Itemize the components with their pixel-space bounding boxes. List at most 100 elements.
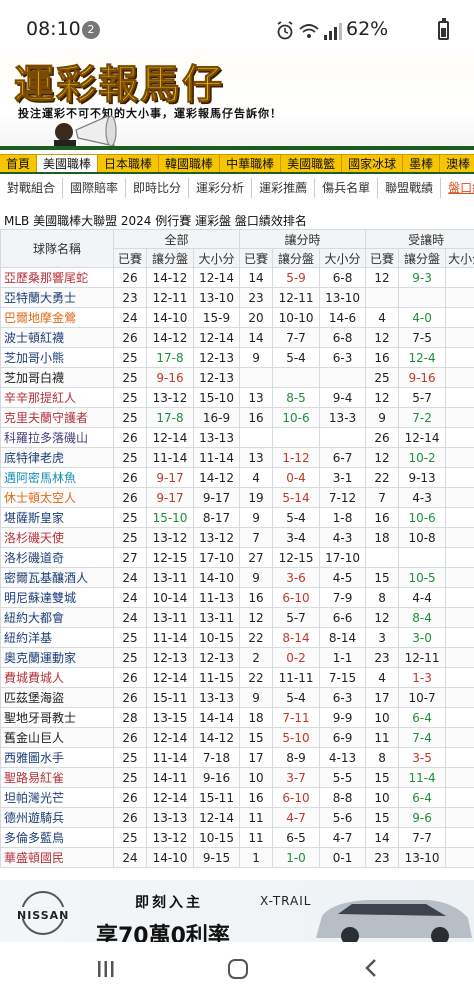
cell-played: 24 [113,307,147,328]
team-name-link[interactable]: 費城費城人 [0,667,114,688]
cell-total: 15-10 [192,387,241,408]
team-name-link[interactable]: 奧克蘭運動家 [0,647,114,668]
cell-total: 12-14 [192,267,241,288]
nav-item-home[interactable]: 首頁 [0,155,38,172]
subnav-item-live-scores[interactable]: 即時比分 [126,178,190,198]
battery-icon [438,18,449,40]
cell-giving-played: 23 [239,287,274,308]
subnav-item-analysis[interactable]: 運彩分析 [189,178,253,198]
team-name-link[interactable]: 舊金山巨人 [0,727,114,748]
subnav-item-picks[interactable]: 運彩推薦 [252,178,316,198]
site-banner[interactable]: 運彩報馬仔 投注運彩不可不知的大小事，運彩報馬仔告訴你！ [0,52,474,150]
team-name-link[interactable]: 科羅拉多落磯山 [0,427,114,448]
team-name-link[interactable]: 巴爾地摩金鶯 [0,307,114,328]
cell-receiving-played [365,287,400,308]
site-logo-title: 運彩報馬仔 [14,61,224,109]
cell-spread: 11-14 [146,447,194,468]
nav-item-nhl[interactable]: 國家冰球 [342,155,404,172]
nav-item-cpbl[interactable]: 中華職棒 [220,155,282,172]
cell-receiving-played: 26 [365,427,400,448]
nav-item-lmb[interactable]: 墨棒 [403,155,441,172]
cell-receiving-played: 12 [365,447,400,468]
table-row: 德州遊騎兵 26 13-13 12-14 11 4-7 5-6 15 9-6 [0,807,474,828]
team-name-link[interactable]: 多倫多藍鳥 [0,827,114,848]
cell-giving-played: 12 [239,607,274,628]
table-row: 邁阿密馬林魚 26 9-17 14-12 4 0-4 3-1 22 9-13 [0,467,474,488]
cell-played: 27 [113,547,147,568]
team-name-link[interactable]: 明尼蘇達雙城 [0,587,114,608]
cell-total: 7-18 [192,747,241,768]
cell-played: 26 [113,687,147,708]
cell-giving-played [239,367,274,388]
cell-receiving-total [445,307,474,328]
cell-played: 26 [113,467,147,488]
team-name-link[interactable]: 芝加哥小熊 [0,347,114,368]
nav-item-abl[interactable]: 澳棒 [440,155,474,172]
cell-receiving-total [445,607,474,628]
team-name-link[interactable]: 洛杉磯天使 [0,527,114,548]
recent-apps-icon[interactable] [97,960,115,978]
ad-banner[interactable]: NISSAN 即刻入主 X-TRAIL 享70萬0利率 [0,880,474,942]
nav-item-kbo[interactable]: 韓國職棒 [159,155,221,172]
cell-spread: 12-11 [146,287,194,308]
team-name-link[interactable]: 洛杉磯道奇 [0,547,114,568]
cell-receiving-total [445,587,474,608]
table-heading: MLB 美國職棒大聯盟 2024 例行賽 運彩盤 盤口績效排名 [4,214,307,228]
team-name-link[interactable]: 休士頓太空人 [0,487,114,508]
subnav-item-standings[interactable]: 聯盟戰績 [378,178,442,198]
team-name-link[interactable]: 波士頓紅襪 [0,327,114,348]
cell-played: 24 [113,847,147,868]
performance-table: 球隊名稱 全部 讓分時 受讓時 已賽 讓分盤 大小分 已賽 讓分盤 大小分 已賽… [0,229,474,868]
nav-item-nba[interactable]: 美國職籃 [281,155,343,172]
team-name-link[interactable]: 邁阿密馬林魚 [0,467,114,488]
team-name-link[interactable]: 密爾瓦基釀酒人 [0,567,114,588]
team-name-link[interactable]: 聖地牙哥教士 [0,707,114,728]
cell-receiving-spread: 10-6 [398,507,447,528]
team-name-link[interactable]: 亞歷桑那響尾蛇 [0,267,114,288]
subnav-item-odds[interactable]: 國際賠率 [63,178,127,198]
cell-receiving-total [445,627,474,648]
team-name-link[interactable]: 西雅圖水手 [0,747,114,768]
cell-giving-spread: 10-10 [272,307,321,328]
cell-total: 9-17 [192,487,241,508]
team-name-link[interactable]: 底特律老虎 [0,447,114,468]
nav-item-mlb[interactable]: 美國職棒 [37,155,99,172]
cell-played: 25 [113,767,147,788]
cell-spread: 14-12 [146,267,194,288]
table-row: 芝加哥白襪 25 9-16 12-13 25 9-16 [0,367,474,388]
team-name-link[interactable]: 華盛頓國民 [0,847,114,868]
team-name-link[interactable]: 匹茲堡海盜 [0,687,114,708]
cell-giving-spread: 0-4 [272,467,321,488]
table-body: 亞歷桑那響尾蛇 26 14-12 12-14 14 5-9 6-8 12 9-3 亞特蘭大勇士 23… [0,267,474,868]
team-name-link[interactable]: 堪薩斯皇家 [0,507,114,528]
banner-divider [0,146,474,150]
cell-giving-spread: 12-15 [272,547,321,568]
cell-total: 15-11 [192,787,241,808]
status-icons [277,21,342,40]
nav-item-npb[interactable]: 日本職棒 [98,155,160,172]
cell-total: 12-13 [192,647,241,668]
cell-spread: 12-15 [146,547,194,568]
table-row: 科羅拉多落磯山 26 12-14 13-13 26 12-14 [0,427,474,448]
team-name-link[interactable]: 坦帕灣光芒 [0,787,114,808]
team-name-link[interactable]: 亞特蘭大勇士 [0,287,114,308]
team-name-link[interactable]: 紐約大都會 [0,607,114,628]
cell-giving-spread: 8-5 [272,387,321,408]
cell-receiving-total [445,827,474,848]
cell-giving-played: 11 [239,827,274,848]
home-button-icon[interactable] [228,959,248,979]
team-name-link[interactable]: 德州遊騎兵 [0,807,114,828]
team-name-link[interactable]: 辛辛那提紅人 [0,387,114,408]
cell-played: 28 [113,707,147,728]
subnav-item-matchups[interactable]: 對戰組合 [0,178,64,198]
table-row: 洛杉磯道奇 27 12-15 17-10 27 12-15 17-10 [0,547,474,568]
subnav-item-injuries[interactable]: 傷兵名單 [315,178,379,198]
team-name-link[interactable]: 紐約洋基 [0,627,114,648]
back-icon[interactable] [362,958,380,978]
subnav-item-performance[interactable]: 盤口績效 [441,178,474,198]
team-name-link[interactable]: 芝加哥白襪 [0,367,114,388]
team-name-link[interactable]: 克里夫蘭守護者 [0,407,114,428]
team-name-link[interactable]: 聖路易紅雀 [0,767,114,788]
cell-spread: 17-8 [146,407,194,428]
cell-receiving-spread: 7-2 [398,407,447,428]
